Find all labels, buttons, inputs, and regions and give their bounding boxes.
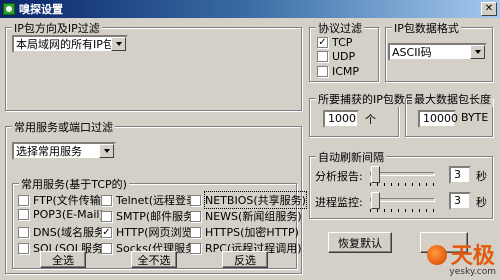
service-select[interactable]: 选择常用服务 [12, 142, 116, 160]
chevron-down-icon[interactable] [99, 144, 114, 158]
https-check-box[interactable] [190, 226, 201, 238]
slider-ticks [370, 209, 435, 212]
telnet-label: Telnet(远程登录) [116, 194, 202, 207]
udp-label: UDP [332, 50, 356, 63]
service-dns-checkbox[interactable]: DNS(域名服务) [18, 224, 109, 240]
protocol-tcp-checkbox[interactable]: ✓ TCP [317, 36, 352, 49]
protocol-filter-group-title: 协议过滤 [316, 20, 364, 36]
smtp-label: SMTP(邮件服务) [116, 210, 199, 223]
watermark-sub: yesky.com [449, 267, 496, 277]
service-https-checkbox[interactable]: HTTPS(加密HTTP) [190, 224, 299, 240]
analysis-report-input[interactable]: 3 [449, 166, 471, 184]
app-icon [3, 3, 15, 15]
news-check-box[interactable] [190, 210, 201, 222]
yesky-logo-icon [427, 245, 448, 265]
telnet-check-box[interactable] [101, 194, 112, 206]
select-all-button[interactable]: 全选 [40, 251, 86, 268]
pop3-label: POP3(E-Mail) [33, 208, 104, 221]
http-check-box[interactable]: ✓ [101, 226, 112, 238]
watermark-main: 天极 [450, 243, 495, 269]
capture-count-unit: 个 [365, 113, 376, 126]
window-title: 嗅探设置 [19, 3, 63, 16]
title-bar: 嗅探设置 ✕ [0, 0, 500, 18]
pop3-check-box[interactable] [18, 209, 29, 220]
tcp-check-box[interactable]: ✓ [317, 37, 328, 48]
ip-direction-select[interactable]: 本局域网的所有IP包 [12, 35, 128, 53]
restore-default-button[interactable]: 恢复默认 [328, 232, 392, 253]
data-format-select[interactable]: ASCII码 [388, 43, 487, 61]
netbios-label: NETBIOS(共享服务) [204, 191, 307, 209]
chevron-down-icon[interactable] [111, 37, 126, 51]
news-label: NEWS(新闻组服务) [205, 210, 302, 223]
smtp-check-box[interactable] [101, 210, 112, 222]
tcp-services-group-title: 常用服务(基于TCP的) [19, 176, 129, 192]
select-none-button[interactable]: 全不选 [131, 251, 177, 268]
socks-check-box[interactable] [101, 242, 112, 254]
chevron-down-icon[interactable] [470, 45, 485, 59]
yesky-watermark: 天极 yesky.com [427, 243, 496, 277]
data-format-value: ASCII码 [392, 46, 432, 59]
icmp-check-box[interactable] [317, 66, 328, 77]
rpc-check-box[interactable] [190, 242, 201, 254]
netbios-check-box[interactable] [190, 194, 201, 206]
protocol-udp-checkbox[interactable]: UDP [317, 50, 355, 63]
service-netbios-checkbox[interactable]: NETBIOS(共享服务) [190, 191, 307, 209]
max-length-unit: BYTE [461, 111, 489, 124]
service-news-checkbox[interactable]: NEWS(新闻组服务) [190, 208, 302, 224]
refresh-interval-title: 自动刷新间隔 [316, 149, 386, 165]
ftp-check-box[interactable] [18, 194, 29, 206]
ip-filter-group-title: IP包方向及IP过滤 [12, 20, 102, 36]
http-label: HTTP(网页浏览) [116, 226, 197, 239]
process-monitor-slider[interactable] [370, 191, 435, 212]
data-format-group-title: IP包数据格式 [392, 20, 461, 36]
udp-check-box[interactable] [317, 51, 328, 62]
slider-ticks [370, 183, 435, 186]
service-filter-group-title: 常用服务或端口过滤 [12, 119, 115, 135]
analysis-report-label: 分析报告: [315, 170, 363, 183]
process-monitor-label: 进程监控: [315, 196, 363, 209]
dns-label: DNS(域名服务) [33, 226, 110, 239]
process-monitor-unit: 秒 [476, 196, 487, 209]
analysis-report-unit: 秒 [476, 170, 487, 183]
max-length-input[interactable]: 10000 [418, 110, 458, 128]
service-pop3-checkbox[interactable]: POP3(E-Mail) [18, 208, 104, 221]
slider-thumb[interactable] [371, 166, 380, 183]
close-button[interactable]: ✕ [481, 2, 497, 16]
service-select-value: 选择常用服务 [16, 145, 82, 158]
process-monitor-input[interactable]: 3 [449, 192, 471, 210]
ip-direction-value: 本局域网的所有IP包 [16, 38, 114, 51]
service-telnet-checkbox[interactable]: Telnet(远程登录) [101, 192, 201, 208]
service-http-checkbox[interactable]: ✓ HTTP(网页浏览) [101, 224, 197, 240]
capture-count-title: 所要捕获的IP包数目 [316, 91, 418, 107]
service-smtp-checkbox[interactable]: SMTP(邮件服务) [101, 208, 198, 224]
slider-thumb[interactable] [371, 192, 380, 209]
service-ftp-checkbox[interactable]: FTP(文件传输) [18, 192, 105, 208]
ftp-label: FTP(文件传输) [33, 194, 106, 207]
dns-check-box[interactable] [18, 226, 29, 238]
sql-check-box[interactable] [18, 242, 29, 254]
https-label: HTTPS(加密HTTP) [205, 226, 299, 239]
tcp-label: TCP [332, 36, 353, 49]
icmp-label: ICMP [332, 65, 360, 78]
analysis-report-slider[interactable] [370, 165, 435, 186]
max-length-title: 最大数据包长度 [412, 91, 493, 107]
capture-count-input[interactable]: 1000 [323, 110, 359, 128]
protocol-icmp-checkbox[interactable]: ICMP [317, 65, 359, 78]
invert-selection-button[interactable]: 反选 [222, 251, 268, 268]
